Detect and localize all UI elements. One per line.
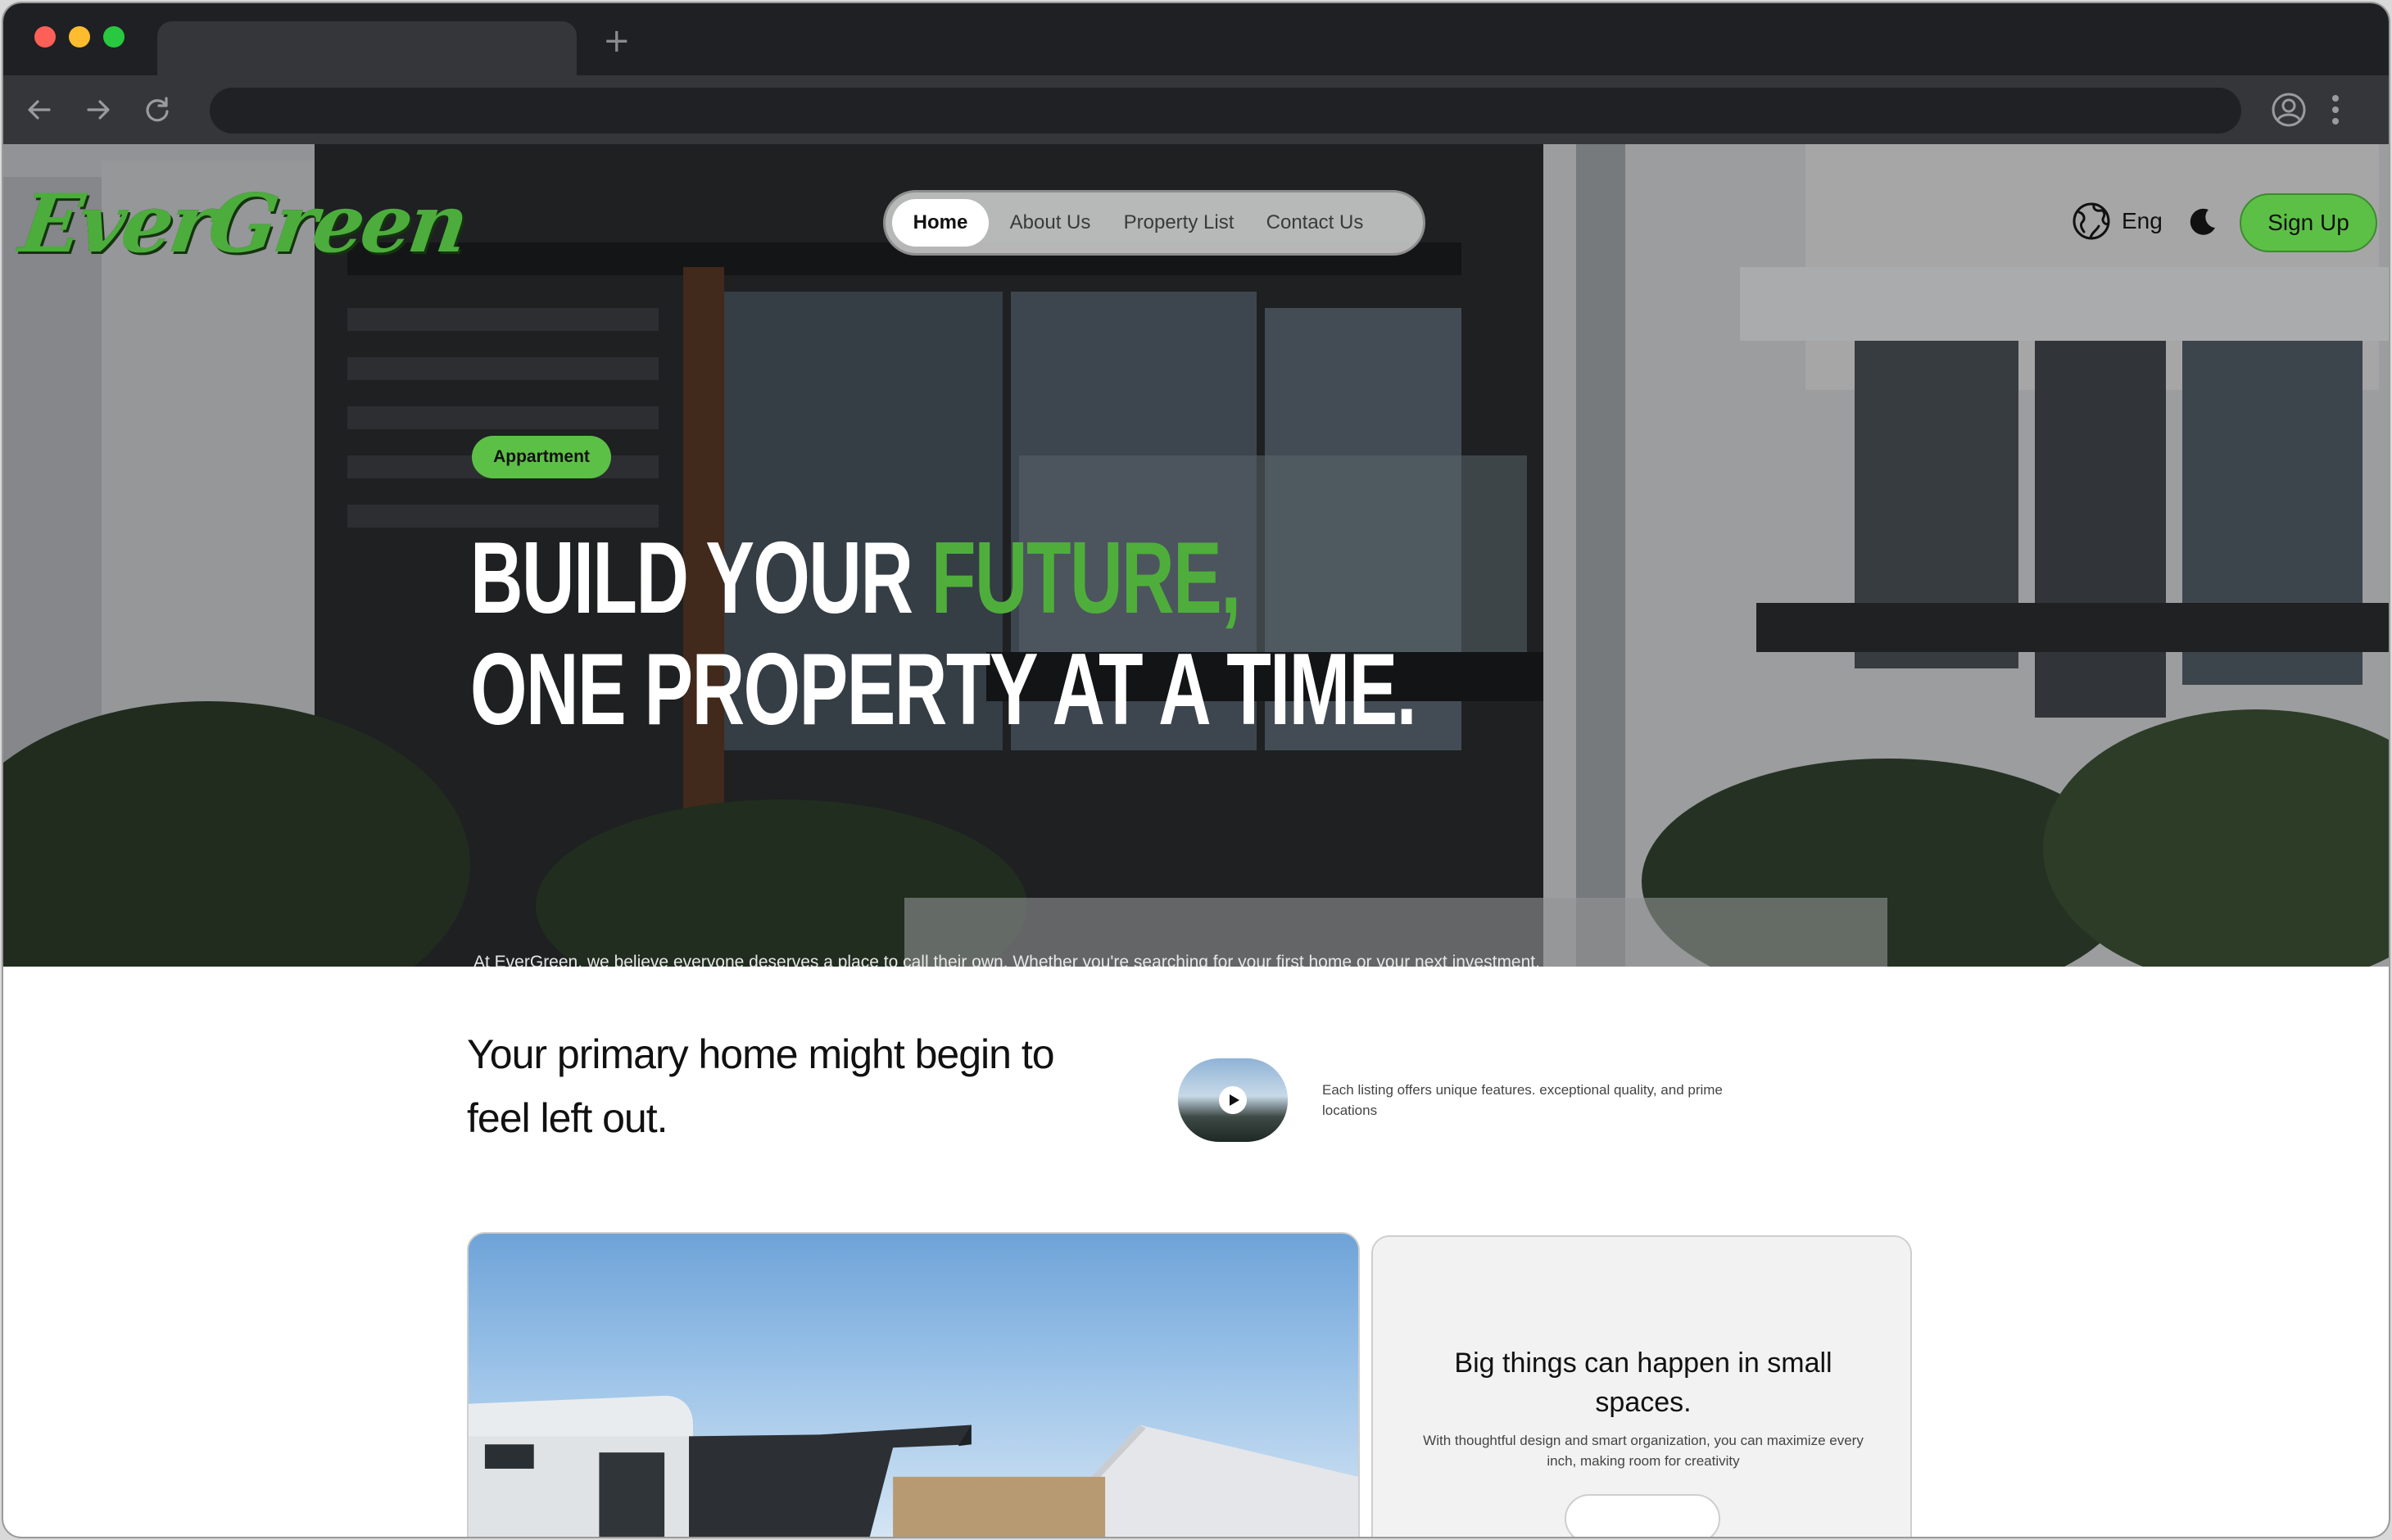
feature-card: Big things can happen in small spaces. W…: [1371, 1235, 1912, 1537]
browser-tab[interactable]: [157, 21, 577, 75]
forward-icon[interactable]: [82, 93, 115, 126]
reload-icon[interactable]: [141, 93, 174, 126]
hero-description: At EverGreen, we believe everyone deserv…: [473, 953, 1540, 967]
nav-home[interactable]: Home: [892, 199, 989, 247]
main-navigation: Home About Us Property List Contact Us: [883, 190, 1425, 256]
browser-toolbar: [3, 75, 2389, 144]
hero-headline: BUILD YOUR FUTURE, ONE PROPERTY AT A TIM…: [470, 522, 1417, 746]
profile-icon[interactable]: [2271, 92, 2307, 128]
intro-title: Your primary home might begin to feel le…: [467, 1031, 1055, 1141]
minimize-window-button[interactable]: [69, 26, 90, 48]
feature-card-button[interactable]: [1565, 1494, 1720, 1537]
browser-tab-bar: +: [3, 3, 2389, 75]
moon-icon[interactable]: [2187, 206, 2218, 238]
nav-property-list[interactable]: Property List: [1113, 199, 1244, 247]
intro-text: Each listing offers unique features. exc…: [1322, 1082, 1723, 1118]
browser-window: + EverGreen Home About Us Property List …: [3, 3, 2389, 1537]
globe-icon: [2073, 202, 2110, 240]
back-icon[interactable]: [23, 93, 56, 126]
close-window-button[interactable]: [34, 26, 56, 48]
property-photo: [469, 1395, 1358, 1537]
play-icon[interactable]: [1219, 1086, 1247, 1114]
hero-section: EverGreen Home About Us Property List Co…: [3, 144, 2389, 967]
menu-icon[interactable]: [2326, 92, 2344, 128]
language-selector[interactable]: Eng: [2071, 198, 2163, 244]
category-badge: Appartment: [472, 436, 611, 478]
headline-accent: FUTURE,: [931, 522, 1241, 635]
nav-contact-us[interactable]: Contact Us: [1257, 199, 1372, 247]
headline-part1: BUILD YOUR: [470, 522, 931, 635]
feature-card-title: Big things can happen in small spaces.: [1454, 1348, 1833, 1418]
nav-about-us[interactable]: About Us: [1002, 199, 1099, 247]
evergreen-logo[interactable]: EverGreen: [15, 177, 471, 271]
new-tab-button[interactable]: +: [603, 25, 631, 57]
language-label: Eng: [2122, 208, 2163, 233]
sign-up-button[interactable]: Sign Up: [2240, 193, 2377, 252]
headline-line2: ONE PROPERTY AT A TIME.: [470, 633, 1417, 746]
address-bar[interactable]: [210, 88, 2241, 134]
video-thumbnail[interactable]: [1178, 1058, 1288, 1142]
maximize-window-button[interactable]: [103, 26, 125, 48]
property-photo-card[interactable]: [467, 1232, 1360, 1537]
feature-card-text: With thoughtful design and smart organiz…: [1423, 1433, 1864, 1469]
